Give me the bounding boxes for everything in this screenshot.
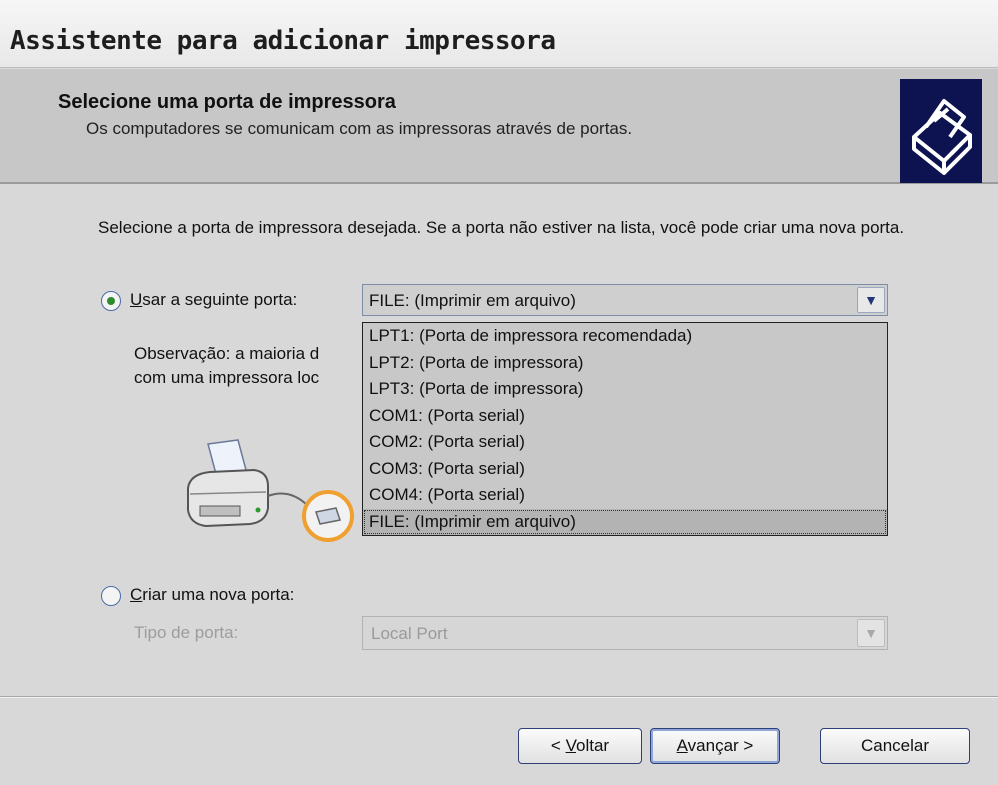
port-type-value: Local Port [371, 624, 448, 643]
header-title: Selecione uma porta de impressora [58, 91, 396, 113]
next-button[interactable]: Avançar > [650, 728, 780, 764]
note-line-2: com uma impressora loc [134, 368, 320, 387]
port-option-selected[interactable]: FILE: (Imprimir em arquivo) [363, 508, 887, 535]
window-title: Assistente para adicionar impressora [10, 26, 556, 56]
create-port-radio[interactable] [101, 586, 121, 606]
use-port-mnemonic: U [130, 290, 143, 309]
create-port-label[interactable]: Criar uma nova porta: [130, 585, 294, 605]
create-port-mnemonic: C [130, 585, 143, 604]
back-button-prefix: < [550, 736, 566, 755]
port-option[interactable]: LPT1: (Porta de impressora recomendada) [363, 323, 887, 350]
back-button-label: oltar [575, 736, 610, 755]
port-option[interactable]: LPT2: (Porta de impressora) [363, 350, 887, 377]
port-type-select: Local Port ▼ [362, 616, 888, 650]
port-option[interactable]: COM2: (Porta serial) [363, 429, 887, 456]
printer-icon [900, 79, 982, 183]
port-option[interactable]: COM4: (Porta serial) [363, 482, 887, 509]
footer-separator [0, 696, 998, 698]
instruction-text: Selecione a porta de impressora desejada… [98, 218, 905, 237]
port-option[interactable]: LPT3: (Porta de impressora) [363, 376, 887, 403]
port-dropdown-list[interactable]: LPT1: (Porta de impressora recomendada) … [362, 322, 888, 536]
header-subtitle: Os computadores se comunicam com as impr… [86, 119, 633, 138]
chevron-down-icon: ▼ [857, 619, 885, 647]
use-port-label-text: sar a seguinte porta: [142, 290, 298, 309]
back-button-mnemonic: V [565, 736, 576, 755]
port-select[interactable]: FILE: (Imprimir em arquivo) ▼ [362, 284, 888, 316]
note-line-1: Observação: a maioria d [134, 344, 320, 363]
chevron-down-icon[interactable]: ▼ [857, 287, 885, 313]
add-printer-wizard-window: Assistente para adicionar impressora Sel… [0, 0, 998, 785]
note-text: Observação: a maioria d com uma impresso… [134, 342, 364, 390]
next-button-label: vançar > [687, 736, 754, 755]
title-bar[interactable]: Assistente para adicionar impressora [0, 0, 998, 68]
use-port-radio[interactable] [101, 291, 121, 311]
port-select-value: FILE: (Imprimir em arquivo) [369, 291, 576, 310]
next-button-mnemonic: A [676, 736, 688, 755]
printer-illustration-icon [187, 439, 354, 542]
port-option[interactable]: COM3: (Porta serial) [363, 456, 887, 483]
port-type-label: Tipo de porta: [134, 623, 239, 642]
wizard-header: Selecione uma porta de impressora Os com… [0, 69, 998, 184]
create-port-label-text: riar uma nova porta: [142, 585, 295, 604]
port-option[interactable]: COM1: (Porta serial) [363, 403, 887, 430]
use-port-label[interactable]: Usar a seguinte porta: [130, 290, 297, 310]
cancel-button[interactable]: Cancelar [820, 728, 970, 764]
back-button[interactable]: < Voltar [518, 728, 642, 764]
